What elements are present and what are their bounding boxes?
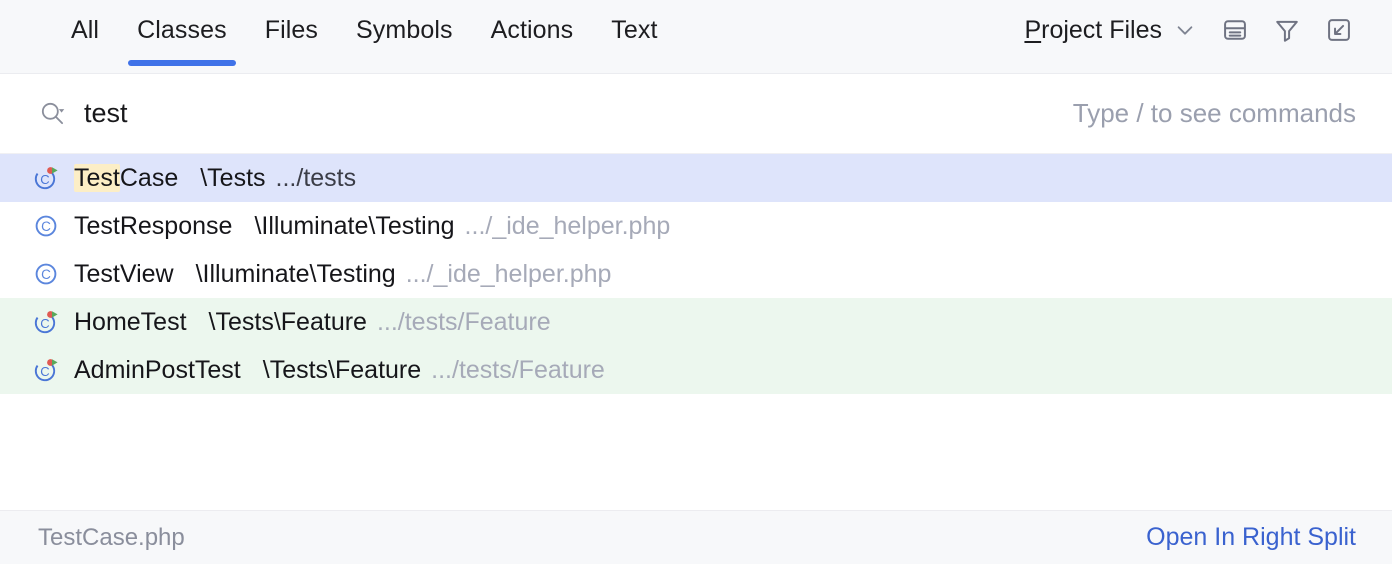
tab-actions[interactable]: Actions	[472, 0, 593, 74]
result-path: .../tests/Feature	[431, 356, 605, 385]
result-name: TestView	[74, 260, 174, 289]
results-list: C TestCase \Tests .../tests C TestRespon…	[0, 154, 1392, 510]
tab-label: Symbols	[356, 16, 453, 45]
preview-panel-icon[interactable]	[1218, 13, 1252, 47]
search-everywhere-popup: All Classes Files Symbols Actions Text P…	[0, 0, 1392, 564]
result-path: .../tests	[276, 164, 357, 193]
svg-text:C: C	[40, 316, 49, 331]
search-row: Type / to see commands	[0, 74, 1392, 154]
scope-rest: roject Files	[1041, 16, 1162, 44]
svg-text:C: C	[40, 364, 49, 379]
php-test-class-icon: C	[32, 308, 60, 336]
tab-label: Text	[611, 16, 657, 45]
tab-classes[interactable]: Classes	[118, 0, 246, 74]
tab-label: Files	[265, 16, 318, 45]
php-test-class-icon: C	[32, 356, 60, 384]
result-row-testview[interactable]: C TestView \Illuminate\Testing .../_ide_…	[0, 250, 1392, 298]
popup-header: All Classes Files Symbols Actions Text P…	[0, 0, 1392, 74]
filter-icon[interactable]	[1270, 13, 1304, 47]
svg-text:C: C	[40, 172, 49, 187]
filter-funnel-glyph	[1273, 16, 1301, 44]
name-rest: HomeTest	[74, 308, 187, 336]
php-test-class-icon: C	[32, 164, 60, 192]
php-class-icon: C	[32, 212, 60, 240]
name-rest: Case	[120, 164, 178, 192]
header-controls: Project Files	[1020, 0, 1392, 74]
result-path: .../_ide_helper.php	[406, 260, 612, 289]
tab-all[interactable]: All	[52, 0, 118, 74]
result-row-testcase[interactable]: C TestCase \Tests .../tests	[0, 154, 1392, 202]
result-name: HomeTest	[74, 308, 187, 337]
result-name: TestCase	[74, 164, 178, 193]
scope-selector[interactable]: Project Files	[1020, 14, 1200, 47]
search-icon[interactable]	[38, 99, 68, 129]
scope-mnemonic: P	[1024, 16, 1041, 44]
tab-files[interactable]: Files	[246, 0, 337, 74]
scope-label: Project Files	[1024, 16, 1162, 45]
tab-label: Actions	[491, 16, 574, 45]
status-file-name: TestCase.php	[38, 524, 185, 552]
result-name: TestResponse	[74, 212, 232, 241]
result-namespace: \Tests\Feature	[263, 356, 421, 385]
arrow-into-corner-glyph	[1325, 16, 1353, 44]
name-rest: TestView	[74, 260, 174, 288]
search-input[interactable]	[84, 98, 1073, 129]
preview-panel-glyph	[1221, 16, 1249, 44]
result-path: .../tests/Feature	[377, 308, 551, 337]
result-path: .../_ide_helper.php	[465, 212, 671, 241]
result-namespace: \Illuminate\Testing	[254, 212, 454, 241]
result-row-adminposttest[interactable]: C AdminPostTest \Tests\Feature .../tests…	[0, 346, 1392, 394]
svg-text:C: C	[41, 219, 51, 234]
result-row-hometest[interactable]: C HomeTest \Tests\Feature .../tests/Feat…	[0, 298, 1392, 346]
tab-symbols[interactable]: Symbols	[337, 0, 472, 74]
tab-bar: All Classes Files Symbols Actions Text	[0, 0, 677, 74]
tab-label: Classes	[137, 16, 227, 45]
search-commands-hint: Type / to see commands	[1073, 98, 1356, 129]
result-namespace: \Tests\Feature	[209, 308, 367, 337]
open-in-right-split-link[interactable]: Open In Right Split	[1146, 523, 1356, 552]
status-bar: TestCase.php Open In Right Split	[0, 510, 1392, 564]
result-namespace: \Illuminate\Testing	[196, 260, 396, 289]
open-in-split-icon[interactable]	[1322, 13, 1356, 47]
result-namespace: \Tests	[200, 164, 265, 193]
name-rest: TestResponse	[74, 212, 232, 240]
tab-label: All	[71, 16, 99, 45]
tab-text[interactable]: Text	[592, 0, 676, 74]
match-highlight: Test	[74, 164, 120, 192]
php-class-icon: C	[32, 260, 60, 288]
svg-text:C: C	[41, 267, 51, 282]
name-rest: AdminPostTest	[74, 356, 241, 384]
chevron-down-icon	[1174, 19, 1196, 41]
result-name: AdminPostTest	[74, 356, 241, 385]
result-row-testresponse[interactable]: C TestResponse \Illuminate\Testing .../_…	[0, 202, 1392, 250]
